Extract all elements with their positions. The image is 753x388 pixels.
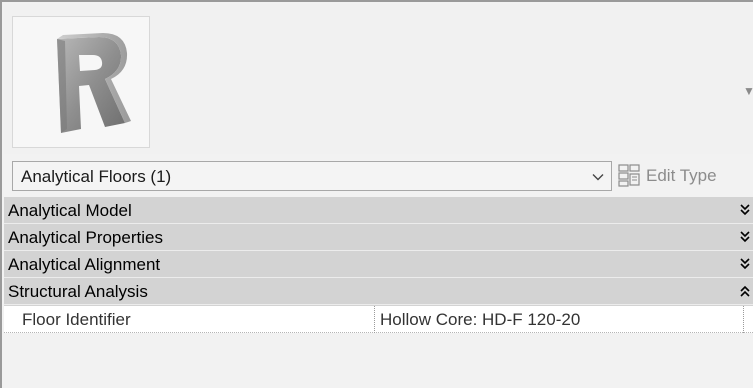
type-image-tile[interactable] [12, 16, 150, 148]
parameter-name: Floor Identifier [22, 310, 131, 329]
parameter-value[interactable]: Hollow Core: HD-F 120-20 [380, 310, 580, 330]
column-divider [374, 306, 375, 333]
group-analytical-alignment[interactable]: Analytical Alignment [4, 251, 753, 278]
triangle-down-icon[interactable]: ▼ [743, 84, 753, 98]
group-label: Structural Analysis [8, 282, 148, 301]
revit-logo-icon [57, 33, 131, 133]
double-chevron-down-icon[interactable] [739, 257, 751, 271]
double-chevron-up-icon[interactable] [739, 284, 751, 298]
type-preview-area: ▼ [4, 4, 753, 154]
group-analytical-model[interactable]: Analytical Model [4, 197, 753, 224]
double-chevron-down-icon[interactable] [739, 230, 751, 244]
type-selector-value: Analytical Floors (1) [21, 167, 172, 186]
property-groups: Analytical Model Analytical Properties A… [4, 197, 753, 333]
edit-type-label: Edit Type [646, 166, 717, 185]
edit-type-icon [618, 164, 640, 187]
double-chevron-down-icon[interactable] [739, 203, 751, 217]
parameter-row-floor-identifier: Floor Identifier Hollow Core: HD-F 120-2… [4, 305, 753, 333]
chevron-down-icon [592, 174, 604, 181]
type-selector-row: Analytical Floors (1) Edit Type [4, 157, 753, 193]
group-label: Analytical Alignment [8, 255, 161, 274]
group-analytical-properties[interactable]: Analytical Properties [4, 224, 753, 251]
type-selector-dropdown[interactable]: Analytical Floors (1) [12, 161, 612, 191]
edit-type-button[interactable]: Edit Type [616, 159, 753, 191]
group-structural-analysis[interactable]: Structural Analysis [4, 278, 753, 305]
group-label: Analytical Model [8, 201, 132, 220]
properties-palette: ▼ Analytical Floors (1) Edit Type Analyt… [0, 0, 753, 388]
group-label: Analytical Properties [8, 228, 163, 247]
column-divider [743, 306, 744, 333]
